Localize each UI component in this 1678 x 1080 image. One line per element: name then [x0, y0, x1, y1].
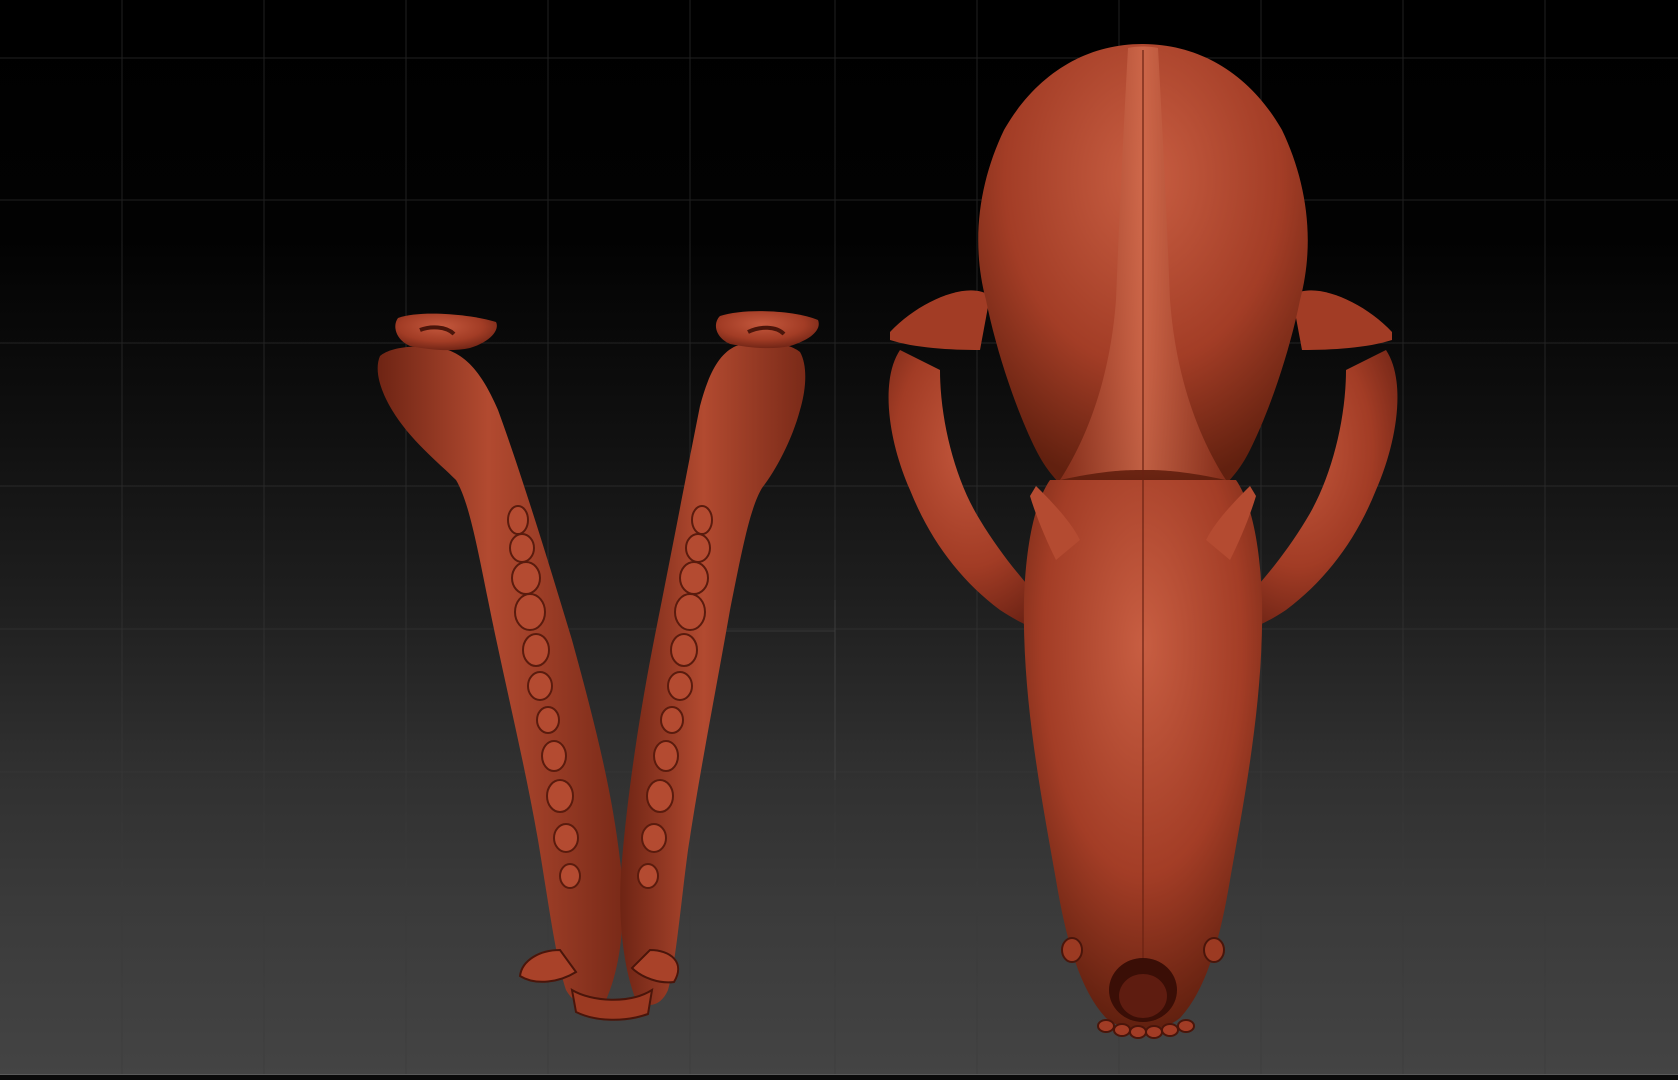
3d-viewport-canvas[interactable] [0, 0, 1678, 1080]
viewport-bottom-edge [0, 1074, 1678, 1080]
mandible-model[interactable] [377, 311, 819, 1021]
cranium-model[interactable] [888, 44, 1398, 1039]
